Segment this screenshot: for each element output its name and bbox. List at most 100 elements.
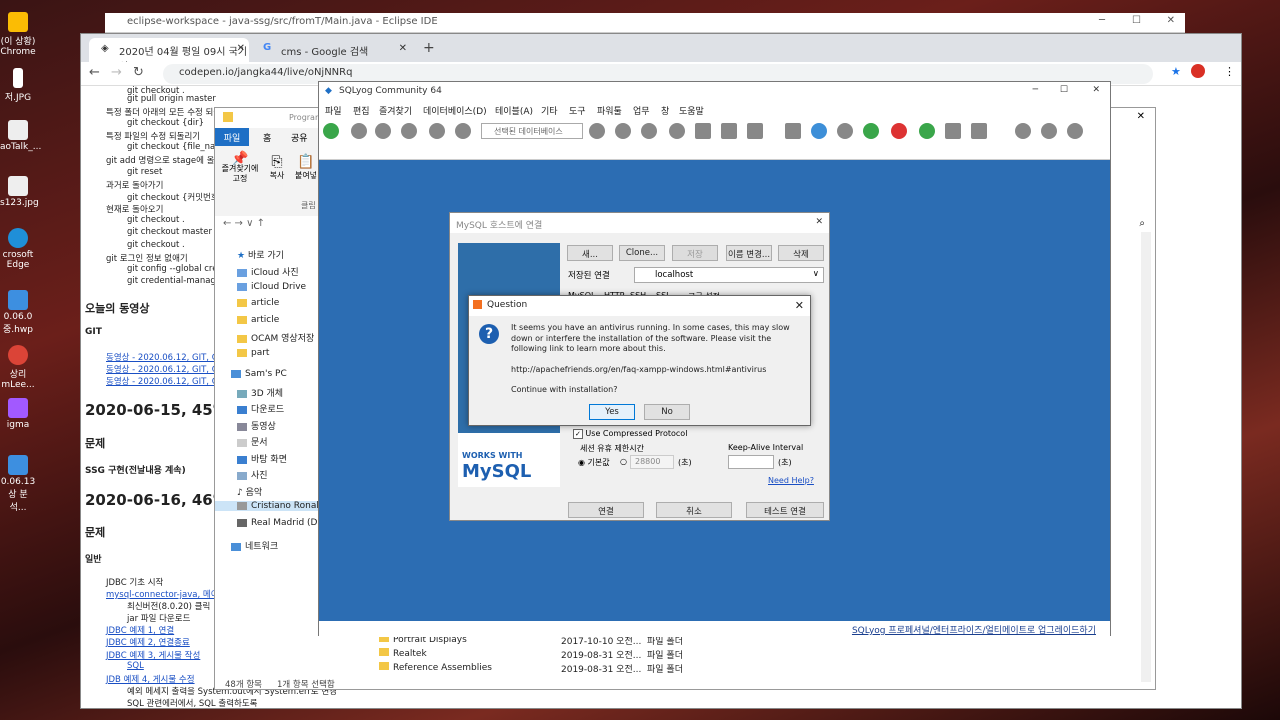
nav-item-selected[interactable]: Cristiano Ronaldo — [215, 501, 330, 511]
nav-item[interactable]: 사진 — [237, 468, 268, 481]
schedule-icon[interactable] — [919, 123, 935, 139]
minimize-icon[interactable]: ─ — [1033, 85, 1038, 95]
compressed-checkbox[interactable]: ✓ Use Compressed Protocol — [573, 429, 687, 439]
forward-icon[interactable]: → — [111, 65, 122, 80]
menu-tools[interactable]: 도구 — [569, 104, 586, 117]
menu-icon[interactable]: ⋮ — [1224, 65, 1235, 78]
db-icon[interactable] — [669, 123, 685, 139]
nav-item[interactable]: iCloud Drive — [237, 282, 306, 292]
desktop-icon-kakaotalk[interactable]: aoTalk_... — [0, 120, 41, 152]
nav-item[interactable]: 다운로드 — [237, 402, 284, 415]
menu-favorites[interactable]: 즐겨찾기 — [379, 104, 412, 117]
refresh-icon[interactable] — [837, 123, 853, 139]
nav-item[interactable]: ♪ 음악 — [237, 485, 262, 498]
default-radio[interactable]: ◉ 기본값 — [578, 457, 610, 468]
close-icon[interactable]: ✕ — [795, 299, 804, 312]
extension-icon[interactable] — [1191, 64, 1205, 78]
dialog-title[interactable]: Question ✕ — [469, 296, 810, 316]
eclipse-title-bar[interactable]: eclipse-workspace - java-ssg/src/fromT/M… — [105, 13, 1185, 33]
desktop-icon-chrome[interactable]: (이 상황) Chrome — [0, 12, 36, 57]
custom-radio[interactable]: ○ — [620, 457, 627, 466]
desktop-icon-edge[interactable]: crosoft Edge — [0, 228, 36, 270]
delete-button[interactable]: 삭제 — [778, 245, 824, 261]
execute-icon[interactable] — [375, 123, 391, 139]
desktop-icon-figma[interactable]: igma — [0, 398, 36, 430]
menu-database[interactable]: 데이터베이스(D) — [423, 104, 487, 117]
nav-item[interactable]: OCAM 영상저장 — [237, 331, 314, 344]
nav-item[interactable]: 문서 — [237, 435, 268, 448]
nav-item[interactable]: part — [237, 348, 269, 358]
minimize-icon[interactable]: ─ — [1099, 15, 1105, 26]
dialog-title[interactable]: MySQL 호스트에 연결 ✕ — [450, 213, 829, 233]
table-icon[interactable] — [721, 123, 737, 139]
nav-item[interactable]: 동영상 — [237, 419, 276, 432]
star-icon[interactable]: ★ — [1171, 65, 1181, 78]
close-icon[interactable]: ✕ — [815, 217, 823, 227]
nav-item[interactable]: article — [237, 315, 279, 325]
list-link[interactable]: JDBC 예제 1, 연결 — [106, 624, 174, 636]
list-link[interactable]: JDBC 예제 3, 게시물 작성 — [106, 649, 200, 661]
tab-active[interactable]: ◈2020년 04월 평일 09시 국기 원✕ — [89, 38, 249, 73]
reload-icon[interactable]: ↻ — [133, 65, 144, 80]
desktop-icon-image[interactable]: s123.jpg — [0, 176, 39, 208]
rename-button[interactable]: 이름 변경... — [726, 245, 772, 261]
nav-item[interactable]: 바탕 화면 — [237, 452, 287, 465]
file-row[interactable]: Reference Assemblies 2019-08-31 오전... 파일 폴… — [379, 662, 683, 675]
list-link[interactable]: JDB 예제 4, 게시물 수정 — [106, 673, 195, 685]
list-link[interactable]: JDBC 예제 2, 연결종료 — [106, 636, 190, 648]
menu-work[interactable]: 업무 — [633, 104, 650, 117]
tab-google[interactable]: Gcms - Google 검색 ✕ — [251, 38, 411, 62]
nav-item-this-pc[interactable]: Sam's PC — [231, 369, 287, 379]
sqlyog-title-bar[interactable]: ◆ SQLyog Community 64 ─ ☐ ✕ — [319, 82, 1110, 102]
back-icon[interactable]: ← — [89, 65, 100, 80]
sync-icon[interactable] — [811, 123, 827, 139]
maximize-icon[interactable]: ☐ — [1132, 15, 1141, 26]
test-connection-button[interactable]: 테스트 연결 — [746, 502, 824, 518]
db-icon[interactable] — [641, 123, 657, 139]
list-link[interactable]: mysql-connector-java, 메이븐 — [106, 588, 226, 600]
clone-button[interactable]: Clone... — [619, 245, 665, 261]
saved-connection-select[interactable]: localhost ∨ — [634, 267, 824, 283]
connect-button[interactable]: 연결 — [568, 502, 644, 518]
backup-icon[interactable] — [863, 123, 879, 139]
no-button[interactable]: No — [644, 404, 690, 420]
keepalive-input[interactable] — [728, 455, 774, 469]
close-icon[interactable]: ✕ — [1092, 85, 1100, 95]
connect-icon[interactable] — [323, 123, 339, 139]
window-icon[interactable] — [945, 123, 961, 139]
desktop-icon-video[interactable]: 0.06.13 상 분석... — [0, 455, 36, 513]
export-icon[interactable] — [1015, 123, 1031, 139]
tab-close-icon[interactable]: ✕ — [237, 43, 245, 54]
close-icon[interactable]: ✕ — [1167, 15, 1175, 26]
desktop-icon-chrome2[interactable]: 상리 mLee... — [0, 345, 36, 390]
search-icon[interactable]: ⌕ — [1139, 218, 1145, 229]
transfer-icon[interactable] — [1067, 123, 1083, 139]
nav-item[interactable]: article — [237, 298, 279, 308]
schema-icon[interactable] — [455, 123, 471, 139]
need-help-link[interactable]: Need Help? — [768, 476, 814, 485]
stop-icon[interactable] — [429, 123, 445, 139]
nav-item[interactable]: iCloud 사진 — [237, 265, 299, 278]
desktop-icon-hwp[interactable]: 0.06.0 중.hwp — [0, 290, 36, 335]
list-link[interactable]: SQL — [127, 661, 144, 671]
desktop-icon-jpg[interactable]: 저.JPG — [0, 68, 36, 103]
close-icon[interactable]: ✕ — [1137, 111, 1145, 122]
layout-icon[interactable] — [971, 123, 987, 139]
menu-other[interactable]: 기타 — [541, 104, 558, 117]
yes-button[interactable]: Yes — [589, 404, 635, 420]
nav-item-network[interactable]: 네트워크 — [231, 539, 278, 552]
tab-close-icon[interactable]: ✕ — [399, 43, 407, 54]
menu-file[interactable]: 파일 — [325, 104, 342, 117]
maximize-icon[interactable]: ☐ — [1060, 85, 1068, 95]
pin-button[interactable]: 📌 즐겨찾기에 고정 — [221, 152, 259, 184]
ribbon-tab-file[interactable]: 파일 — [215, 128, 249, 146]
grid-icon[interactable] — [747, 123, 763, 139]
scrollbar[interactable] — [1141, 232, 1151, 682]
user-icon[interactable] — [589, 123, 605, 139]
table-icon[interactable] — [695, 123, 711, 139]
ribbon-tab-home[interactable]: 홈 — [263, 131, 271, 144]
new-tab-button[interactable]: + — [423, 40, 435, 56]
timeout-input[interactable]: 28800 — [630, 455, 674, 469]
file-row[interactable]: Realtek 2019-08-31 오전... 파일 폴더 — [379, 648, 683, 661]
clock-icon[interactable] — [891, 123, 907, 139]
